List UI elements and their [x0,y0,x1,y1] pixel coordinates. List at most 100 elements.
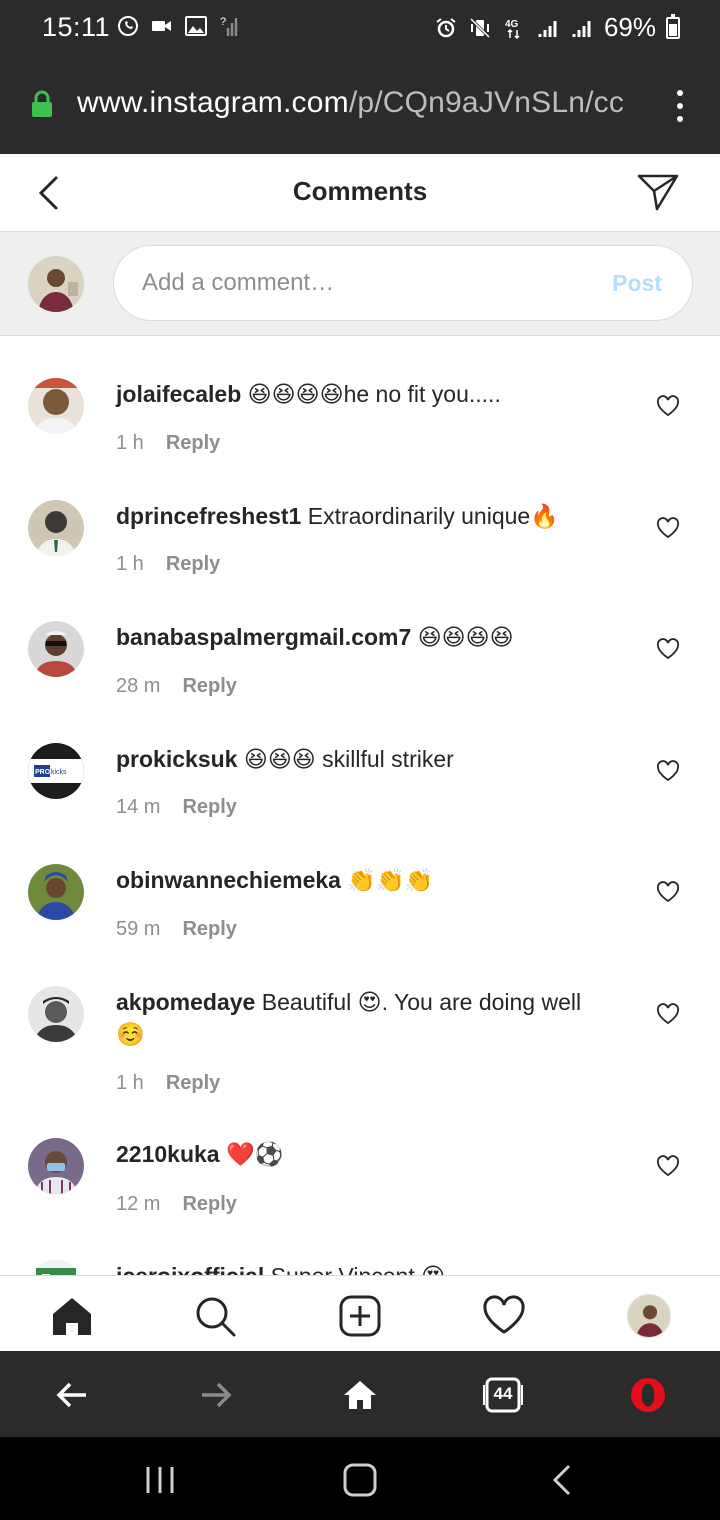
like-heart-icon[interactable] [656,395,680,417]
comment-message: 😆😆😆😆 [417,624,514,650]
system-back-icon[interactable] [545,1463,581,1497]
comment-input-box: Post [113,245,693,321]
like-heart-icon[interactable] [656,1003,680,1025]
comment-username[interactable]: 2210kuka [116,1141,220,1167]
comment-text: prokicksuk 😆😆😆 skillful striker [116,743,616,775]
comment-message: 😆😆😆😆he no fit you..... [247,381,501,407]
comment-username[interactable]: akpomedaye [116,989,255,1015]
profile-avatar-icon[interactable] [627,1294,671,1338]
browser-forward-icon[interactable] [196,1375,236,1415]
comment-message: 👏👏👏 [347,867,434,893]
comment-text: obinwannechiemeka 👏👏👏 [116,864,616,896]
avatar[interactable] [28,1260,84,1275]
system-status-icons: 4G 69% [434,12,680,43]
svg-text:?: ? [220,16,226,28]
comments-list[interactable]: jolaifecaleb 😆😆😆😆he no fit you..... 1 h R… [0,337,720,1275]
url-field[interactable]: www.instagram.com/p/CQn9aJVnSLn/cc [77,86,647,120]
direct-message-icon[interactable] [636,171,680,213]
alarm-icon [436,17,456,37]
browser-menu-button[interactable] [674,90,686,122]
signal-icon [538,20,557,37]
activity-heart-icon[interactable] [482,1294,526,1338]
reply-button[interactable]: Reply [166,553,220,576]
browser-home-icon[interactable] [340,1375,380,1415]
browser-back-icon[interactable] [52,1375,92,1415]
like-heart-icon[interactable] [656,881,680,903]
avatar[interactable] [28,1138,84,1194]
comment-text: 2210kuka ❤️⚽ [116,1138,616,1170]
reply-button[interactable]: Reply [182,675,236,698]
like-heart-icon[interactable] [656,760,680,782]
comment-message: ❤️⚽ [225,1141,284,1167]
no-signal-icon: ? [220,16,238,36]
prokicks-logo-text: PRO [35,769,51,776]
avatar[interactable] [28,864,84,920]
comment-meta: 12 m Reply [116,1193,237,1216]
avatar[interactable]: PRO kicks [28,743,84,799]
tabs-button[interactable]: 44 [483,1375,523,1415]
page-title: Comments [292,176,428,206]
comment-text: akpomedaye Beautiful 😍. You are doing we… [116,986,616,1050]
comment-meta: 1 h Reply [116,432,220,455]
avatar[interactable] [28,500,84,556]
comment-message: Super Vincent 😍 [271,1263,445,1275]
home-icon[interactable] [50,1294,94,1338]
lock-icon [32,90,52,117]
new-post-icon[interactable] [338,1294,382,1338]
comment-username[interactable]: jolaifecaleb [116,381,241,407]
comment-username[interactable]: obinwannechiemeka [116,867,341,893]
comment-message: Extraordinarily unique🔥 [307,503,559,529]
comment-time: 12 m [116,1193,161,1215]
comment-meta: 1 h Reply [116,553,220,576]
comment-text: banabaspalmergmail.com7 😆😆😆😆 [116,621,616,653]
browser-address-bar: www.instagram.com/p/CQn9aJVnSLn/cc [0,56,720,154]
comment-meta: 28 m Reply [116,675,237,698]
comment-text: jolaifecaleb 😆😆😆😆he no fit you..... [116,378,616,410]
gallery-icon [185,16,207,36]
browser-toolbar: 44 [0,1351,720,1437]
comment-meta: 1 h Reply [116,1072,220,1095]
avatar[interactable] [28,621,84,677]
tab-count: 44 [493,1384,513,1403]
like-heart-icon[interactable] [656,517,680,539]
search-icon[interactable] [193,1294,237,1338]
comment-username[interactable]: prokicksuk [116,746,237,772]
comment-meta: 14 m Reply [116,796,237,819]
battery-percent: 69% [603,12,656,42]
url-path: /p/CQn9aJVnSLn/cc [348,86,625,119]
reply-button[interactable]: Reply [182,796,236,819]
opera-menu-icon[interactable] [628,1375,668,1415]
comment-meta: 59 m Reply [116,918,237,941]
signal-icon [572,20,591,37]
comment-compose-area: Post [0,232,720,336]
svg-text:4G: 4G [505,19,519,30]
comment-text: dprincefreshest1 Extraordinarily unique🔥 [116,500,616,532]
system-home-icon[interactable] [342,1463,378,1497]
post-button[interactable]: Post [612,270,662,297]
comment-username[interactable]: banabaspalmergmail.com7 [116,624,411,650]
like-heart-icon[interactable] [656,1155,680,1177]
reply-button[interactable]: Reply [182,918,236,941]
current-user-avatar [28,256,84,312]
vibrate-icon [469,17,491,38]
reply-button[interactable]: Reply [166,1072,220,1095]
comment-username[interactable]: iceroixofficial [116,1263,264,1275]
comment-time: 59 m [116,918,161,940]
comment-time: 1 h [116,432,144,454]
like-heart-icon[interactable] [656,638,680,660]
instagram-bottom-nav [0,1275,720,1351]
comment-time: 14 m [116,796,161,818]
comment-input[interactable] [142,266,582,300]
comment-message: 😆😆😆 skillful striker [243,746,454,772]
comment-time: 1 h [116,1072,144,1094]
whatsapp-icon [118,16,138,36]
video-call-icon [152,21,171,31]
svg-text:kicks: kicks [51,769,67,776]
4g-icon: 4G [505,19,520,39]
reply-button[interactable]: Reply [166,432,220,455]
avatar[interactable] [28,986,84,1042]
comment-username[interactable]: dprincefreshest1 [116,503,301,529]
avatar[interactable] [28,378,84,434]
reply-button[interactable]: Reply [182,1193,236,1216]
recent-apps-icon[interactable] [142,1463,178,1497]
